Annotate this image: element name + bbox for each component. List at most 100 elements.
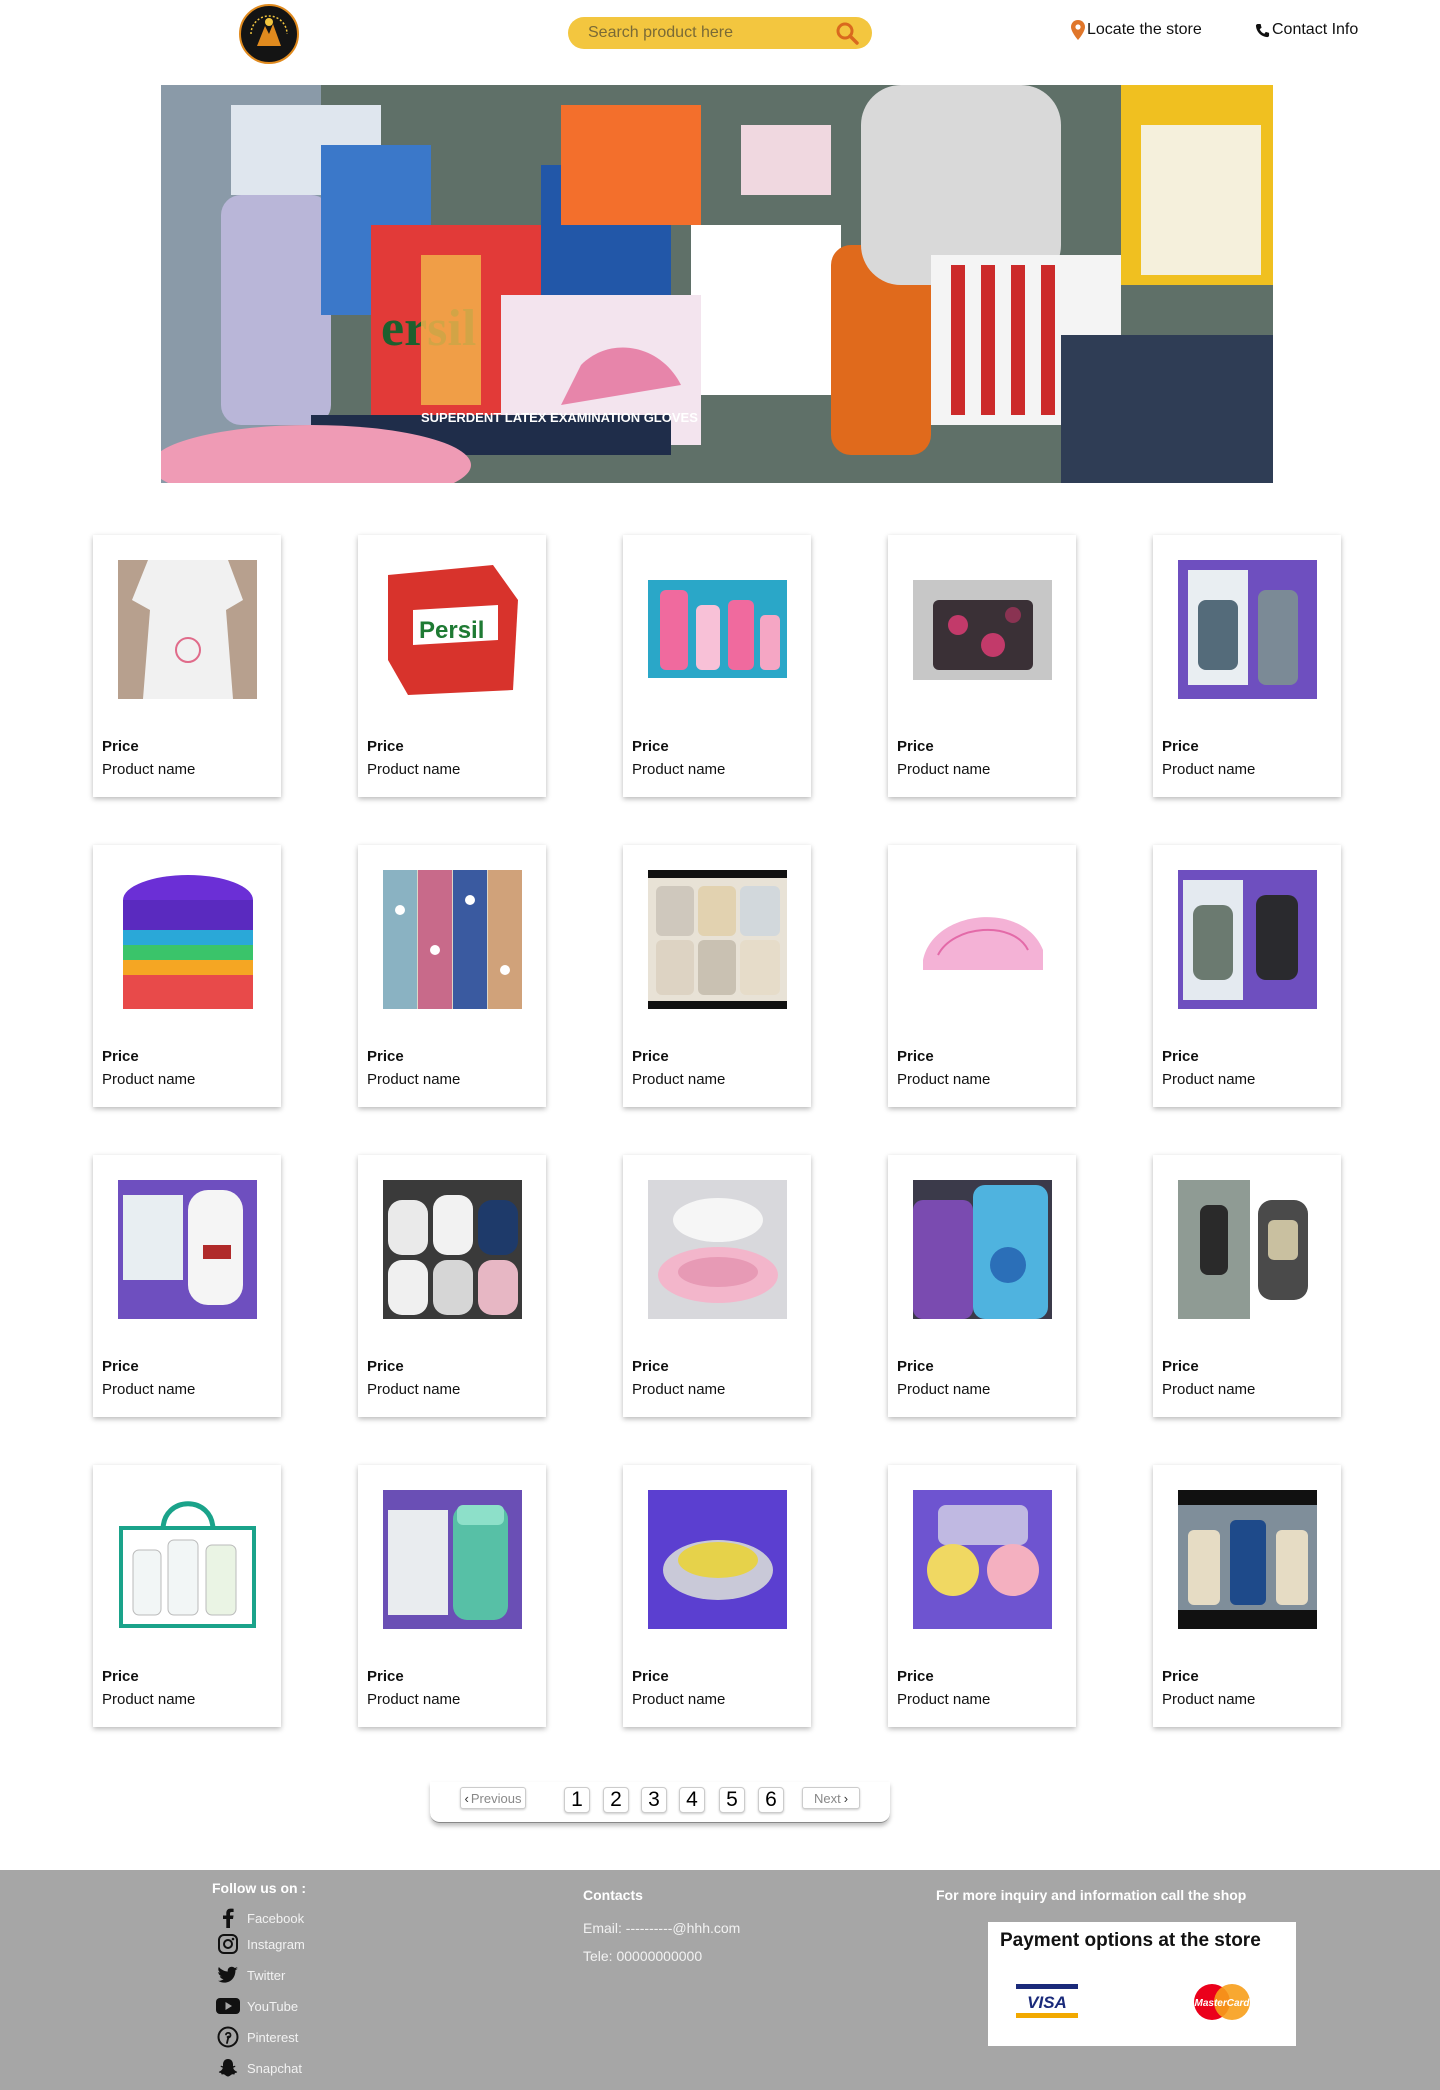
product-price: Price	[897, 738, 934, 755]
apple-cups-image	[913, 1490, 1052, 1629]
page-button[interactable]: 5	[719, 1787, 745, 1813]
follow-us-title: Follow us on :	[212, 1880, 307, 1896]
product-card[interactable]: Price Product name	[93, 535, 281, 797]
social-link-snapchat[interactable]: Snapchat	[215, 2056, 302, 2080]
page-button[interactable]: 4	[679, 1787, 705, 1813]
facebook-icon	[215, 1906, 241, 1930]
product-name: Product name	[897, 1071, 991, 1088]
search-icon[interactable]	[834, 20, 860, 46]
next-button[interactable]: Next ›	[802, 1787, 860, 1809]
product-card[interactable]: Price Product name	[888, 1155, 1076, 1417]
contact-info-link[interactable]: Contact Info	[1255, 21, 1358, 39]
product-price: Price	[1162, 1668, 1199, 1685]
social-label: Pinterest	[247, 2029, 299, 2045]
social-label: Facebook	[247, 1910, 305, 1926]
contacts-title: Contacts	[583, 1887, 643, 1903]
product-name: Product name	[1162, 1381, 1256, 1398]
page-button[interactable]: 6	[758, 1787, 784, 1813]
logo-emblem-icon	[245, 10, 293, 58]
product-price: Price	[632, 1358, 669, 1375]
product-name: Product name	[897, 761, 991, 778]
product-card[interactable]: Price Product name	[93, 845, 281, 1107]
product-card[interactable]: Price Product name	[358, 845, 546, 1107]
payment-options-title: Payment options at the store	[1000, 1930, 1261, 1951]
maternity-dress-image	[118, 560, 257, 699]
product-name: Product name	[367, 1071, 461, 1088]
pinterest-icon	[215, 2025, 241, 2049]
product-name: Product name	[897, 1691, 991, 1708]
product-card[interactable]: Persil Price Product name	[358, 535, 546, 797]
social-link-twitter[interactable]: Twitter	[215, 1963, 285, 1987]
page-button[interactable]: 1	[564, 1787, 590, 1813]
pagination: ‹ Previous 1 2 3 4 5 6 Next ›	[430, 1782, 890, 1823]
previous-label: Previous	[470, 1790, 522, 1806]
footer: Follow us on : Facebook Instagram Twitte…	[0, 1870, 1440, 2090]
baby-mosquito-net-image	[913, 870, 1052, 1009]
social-link-pinterest[interactable]: Pinterest	[215, 2025, 298, 2049]
product-price: Price	[1162, 1048, 1199, 1065]
product-price: Price	[897, 1048, 934, 1065]
social-label: Instagram	[247, 1936, 305, 1952]
youtube-icon	[215, 1994, 241, 2018]
lunch-box-flasks-image	[1178, 870, 1317, 1009]
comfort-softener-image	[913, 1180, 1052, 1319]
product-price: Price	[1162, 1358, 1199, 1375]
product-name: Product name	[632, 761, 726, 778]
baby-towels-image	[648, 870, 787, 1009]
camo-diaper-bag-image	[913, 560, 1052, 699]
product-card[interactable]: Price Product name	[358, 1465, 546, 1727]
locate-store-label: Locate the store	[1087, 21, 1202, 38]
svg-text:SUPERDENT LATEX EXAMINATION GL: SUPERDENT LATEX EXAMINATION GLOVES	[421, 410, 698, 425]
social-link-youtube[interactable]: YouTube	[215, 1994, 298, 2018]
product-price: Price	[632, 1048, 669, 1065]
product-card[interactable]: Price Product name	[358, 1155, 546, 1417]
feeding-bowl-image	[648, 1490, 787, 1629]
product-name: Product name	[102, 1381, 196, 1398]
product-price: Price	[897, 1358, 934, 1375]
printed-fabrics-image	[383, 870, 522, 1009]
product-card[interactable]: Price Product name	[623, 1155, 811, 1417]
social-link-instagram[interactable]: Instagram	[215, 1932, 305, 1956]
product-name: Product name	[1162, 1071, 1256, 1088]
product-card[interactable]: Price Product name	[888, 845, 1076, 1107]
product-card[interactable]: Price Product name	[623, 535, 811, 797]
product-name: Product name	[1162, 761, 1256, 778]
product-name: Product name	[367, 1691, 461, 1708]
visa-text: VISA	[1027, 1993, 1067, 2012]
product-name: Product name	[632, 1381, 726, 1398]
product-card[interactable]: Price Product name	[1153, 845, 1341, 1107]
product-price: Price	[102, 1358, 139, 1375]
product-card[interactable]: Price Product name	[1153, 535, 1341, 797]
snapchat-icon	[215, 2056, 241, 2080]
sitz-bath-image	[648, 1180, 787, 1319]
search-bar[interactable]	[568, 17, 872, 49]
product-price: Price	[102, 738, 139, 755]
locate-store-link[interactable]: Locate the store	[1071, 20, 1202, 40]
product-name: Product name	[102, 761, 196, 778]
toiletry-bag-set-image	[118, 1490, 257, 1629]
product-price: Price	[367, 1358, 404, 1375]
product-card[interactable]: Price Product name	[1153, 1155, 1341, 1417]
instagram-icon	[215, 1932, 241, 1956]
product-card[interactable]: Price Product name	[1153, 1465, 1341, 1727]
product-card[interactable]: Price Product name	[623, 1465, 811, 1727]
product-price: Price	[1162, 738, 1199, 755]
product-card[interactable]: Price Product name	[93, 1155, 281, 1417]
social-link-facebook[interactable]: Facebook	[215, 1906, 304, 1930]
product-name: Product name	[632, 1691, 726, 1708]
page-button[interactable]: 2	[603, 1787, 629, 1813]
baby-carrier-image	[1178, 1180, 1317, 1319]
search-input[interactable]	[586, 23, 834, 43]
product-card[interactable]: Price Product name	[888, 535, 1076, 797]
next-label: Next	[813, 1790, 841, 1806]
product-price: Price	[632, 738, 669, 755]
page-button[interactable]: 3	[641, 1787, 667, 1813]
product-card[interactable]: Price Product name	[623, 845, 811, 1107]
product-card[interactable]: Price Product name	[93, 1465, 281, 1727]
contact-tele: Tele: 00000000000	[583, 1948, 703, 1964]
product-card[interactable]: Price Product name	[888, 1465, 1076, 1727]
map-pin-icon	[1071, 20, 1085, 40]
previous-button[interactable]: ‹ Previous	[460, 1787, 526, 1809]
logo[interactable]	[239, 4, 299, 64]
phone-icon	[1255, 23, 1270, 37]
